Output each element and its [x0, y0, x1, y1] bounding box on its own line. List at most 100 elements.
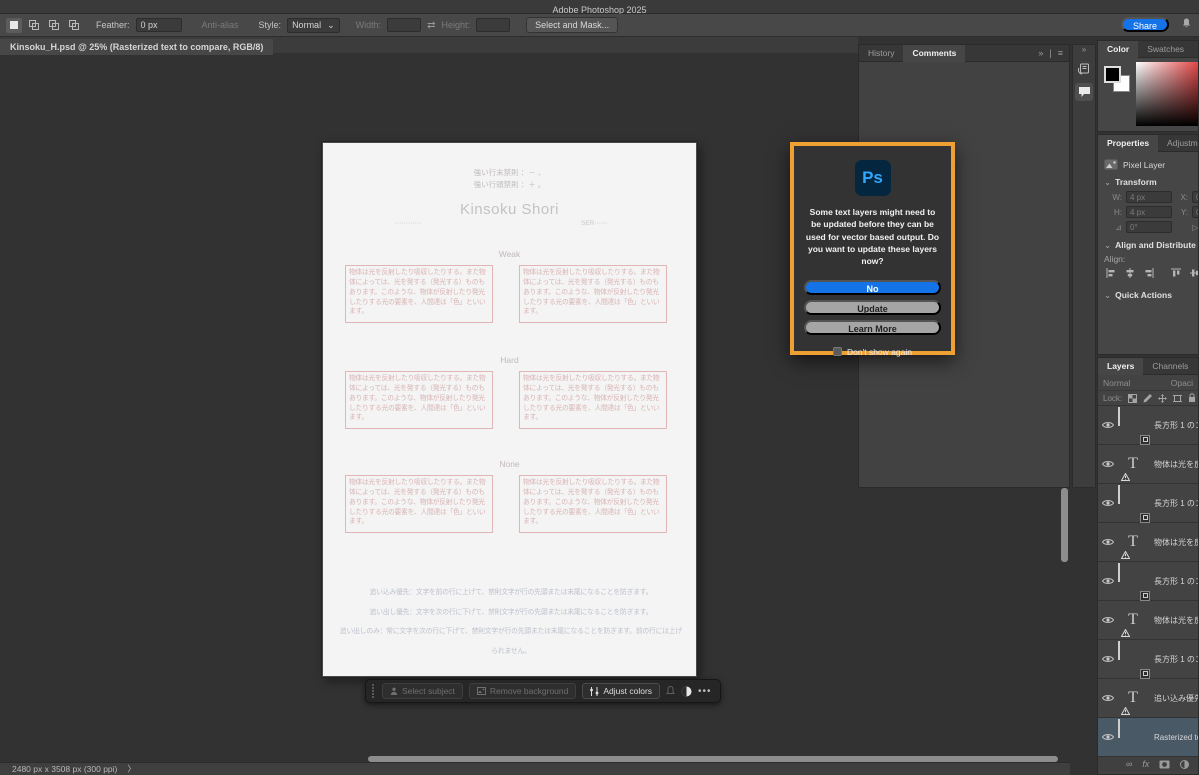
- layer-visibility-eye-icon[interactable]: [1098, 421, 1118, 429]
- x-field[interactable]: 0 px: [1192, 191, 1199, 203]
- tab-properties[interactable]: Properties: [1098, 135, 1158, 152]
- collapse-panel-icon[interactable]: »: [1038, 48, 1043, 58]
- layer-name[interactable]: 長方形 1 のコピー 2: [1154, 420, 1198, 431]
- layer-visibility-eye-icon[interactable]: [1098, 499, 1118, 507]
- layer-visibility-eye-icon[interactable]: [1098, 577, 1118, 585]
- width-field[interactable]: 4 px: [1126, 191, 1172, 203]
- feedback-bell-icon[interactable]: [666, 686, 675, 696]
- adjust-colors-button[interactable]: Adjust colors: [582, 683, 660, 699]
- dont-show-again-checkbox[interactable]: [833, 347, 842, 356]
- tab-comments[interactable]: Comments: [903, 45, 965, 62]
- remove-background-button[interactable]: Remove background: [469, 683, 576, 699]
- align-distribute-section-header[interactable]: ⌄Align and Distribute: [1104, 240, 1198, 251]
- update-button[interactable]: Update: [804, 300, 941, 315]
- kinsoku-text-frame[interactable]: 物体は光を反射したり吸収したりする。また物体によっては、光を発する（発光する）も…: [519, 475, 667, 533]
- layer-row[interactable]: 長方形 1 のコピー 2: [1098, 484, 1198, 523]
- notifications-bell-icon[interactable]: [1182, 18, 1191, 28]
- expand-panels-icon[interactable]: »: [1073, 45, 1095, 55]
- foreground-background-swatches[interactable]: [1104, 66, 1130, 92]
- add-to-selection-icon[interactable]: [26, 18, 42, 33]
- layer-name[interactable]: Rasterized text to: [1154, 733, 1198, 742]
- feather-input[interactable]: [136, 18, 182, 32]
- more-options-icon[interactable]: •••: [698, 686, 712, 697]
- layer-row[interactable]: T 物体は光を反射し..: [1098, 445, 1198, 484]
- panel-menu-icon[interactable]: ≡: [1058, 48, 1063, 58]
- quick-actions-section-header[interactable]: ⌄Quick Actions: [1104, 290, 1198, 301]
- tab-channels[interactable]: Channels: [1143, 358, 1197, 375]
- layer-name[interactable]: 物体は光を反射し..: [1154, 615, 1198, 626]
- tab-gradients[interactable]: Gradients: [1193, 41, 1199, 58]
- width-input[interactable]: [387, 18, 421, 32]
- canvas-document-page[interactable]: 強い行末禁則 ：－ 、 強い行頭禁則 ：＋ 。 Kinsoku Shori ⋯⋯…: [322, 142, 697, 677]
- align-middle-vertical-icon[interactable]: [1190, 268, 1199, 278]
- layer-thumbnail[interactable]: [1118, 642, 1148, 677]
- color-picker-field[interactable]: [1136, 62, 1199, 126]
- text-layer-icon[interactable]: T: [1118, 603, 1148, 638]
- swap-width-height-icon[interactable]: ⇄: [427, 20, 435, 31]
- layer-row[interactable]: Rasterized text to: [1098, 718, 1198, 757]
- angle-field[interactable]: 0°: [1126, 221, 1172, 233]
- layer-visibility-eye-icon[interactable]: [1098, 694, 1118, 702]
- layer-row[interactable]: 長方形 1 のコピー 2: [1098, 562, 1198, 601]
- kinsoku-text-frame[interactable]: 物体は光を反射したり吸収したりする。また物体によっては、光を発する（発光する）も…: [345, 371, 493, 429]
- document-tab[interactable]: Kinsoku_H.psd @ 25% (Rasterized text to …: [0, 39, 273, 55]
- status-chevron-icon[interactable]: 〉: [127, 763, 136, 775]
- lock-all-icon[interactable]: [1188, 393, 1196, 403]
- history-panel-icon[interactable]: [1075, 60, 1093, 78]
- tab-adjustments[interactable]: Adjustments: [1158, 135, 1199, 152]
- align-top-icon[interactable]: [1171, 268, 1181, 278]
- lock-transparent-pixels-icon[interactable]: [1128, 394, 1137, 403]
- layer-name[interactable]: 物体は光を反射し..: [1154, 459, 1198, 470]
- align-center-horizontal-icon[interactable]: [1125, 268, 1135, 278]
- layer-name[interactable]: 長方形 1 のコピー 2: [1154, 576, 1198, 587]
- layer-name[interactable]: 長方形 1 のコピー 2: [1154, 498, 1198, 509]
- layer-name[interactable]: 追い込み優先：..: [1154, 693, 1198, 704]
- layer-row[interactable]: T 物体は光を反射し..: [1098, 523, 1198, 562]
- select-subject-button[interactable]: Select subject: [382, 683, 463, 699]
- layer-visibility-eye-icon[interactable]: [1098, 655, 1118, 663]
- comments-panel-icon[interactable]: [1075, 83, 1093, 101]
- kinsoku-text-frame[interactable]: 物体は光を反射したり吸収したりする。また物体によっては、光を発する（発光する）も…: [345, 265, 493, 323]
- layer-visibility-eye-icon[interactable]: [1098, 616, 1118, 624]
- taskbar-grip-handle[interactable]: [370, 684, 376, 698]
- learn-more-button[interactable]: Learn More: [804, 320, 941, 335]
- layer-effects-icon[interactable]: fx: [1142, 759, 1149, 769]
- contrast-half-circle-icon[interactable]: [681, 686, 692, 697]
- layer-row[interactable]: T 追い込み優先：..: [1098, 679, 1198, 718]
- flip-buttons[interactable]: ▷◁: [1192, 223, 1199, 232]
- layer-name[interactable]: 物体は光を反射し..: [1154, 537, 1198, 548]
- select-and-mask-button[interactable]: Select and Mask...: [526, 17, 618, 33]
- intersect-selection-icon[interactable]: [66, 18, 82, 33]
- text-layer-icon[interactable]: T: [1118, 447, 1148, 482]
- layer-thumbnail[interactable]: [1118, 408, 1148, 443]
- kinsoku-text-frame[interactable]: 物体は光を反射したり吸収したりする。また物体によっては、光を発する（発光する）も…: [519, 371, 667, 429]
- layer-row[interactable]: 長方形 1 のコピー 2: [1098, 406, 1198, 445]
- align-left-icon[interactable]: [1106, 268, 1116, 278]
- tab-history[interactable]: History: [859, 45, 903, 62]
- lock-image-pixels-icon[interactable]: [1143, 394, 1152, 403]
- tab-color[interactable]: Color: [1098, 41, 1138, 58]
- no-button[interactable]: No: [804, 280, 941, 295]
- blend-mode-select[interactable]: Normal: [1103, 378, 1130, 388]
- height-field[interactable]: 4 px: [1126, 206, 1172, 218]
- subtract-from-selection-icon[interactable]: [46, 18, 62, 33]
- tab-swatches[interactable]: Swatches: [1138, 41, 1193, 58]
- text-layer-icon[interactable]: T: [1118, 681, 1148, 716]
- new-selection-icon[interactable]: [6, 18, 22, 33]
- layer-visibility-eye-icon[interactable]: [1098, 460, 1118, 468]
- layer-visibility-eye-icon[interactable]: [1098, 733, 1118, 741]
- style-select[interactable]: Normal ⌄: [287, 18, 340, 33]
- lock-position-icon[interactable]: [1158, 394, 1167, 403]
- layer-row[interactable]: 長方形 1 のコピー 2: [1098, 640, 1198, 679]
- layer-thumbnail[interactable]: [1118, 564, 1148, 599]
- link-layers-icon[interactable]: ∞: [1126, 759, 1132, 769]
- kinsoku-text-frame[interactable]: 物体は光を反射したり吸収したりする。また物体によっては、光を発する（発光する）も…: [345, 475, 493, 533]
- layer-thumbnail[interactable]: [1118, 486, 1148, 521]
- text-layer-icon[interactable]: T: [1118, 525, 1148, 560]
- kinsoku-text-frame[interactable]: 物体は光を反射したり吸収したりする。また物体によっては、光を発する（発光する）も…: [519, 265, 667, 323]
- layer-row[interactable]: T 物体は光を反射し..: [1098, 601, 1198, 640]
- vertical-scrollbar[interactable]: [1061, 488, 1068, 562]
- align-right-icon[interactable]: [1144, 268, 1154, 278]
- layer-visibility-eye-icon[interactable]: [1098, 538, 1118, 546]
- layer-name[interactable]: 長方形 1 のコピー 2: [1154, 654, 1198, 665]
